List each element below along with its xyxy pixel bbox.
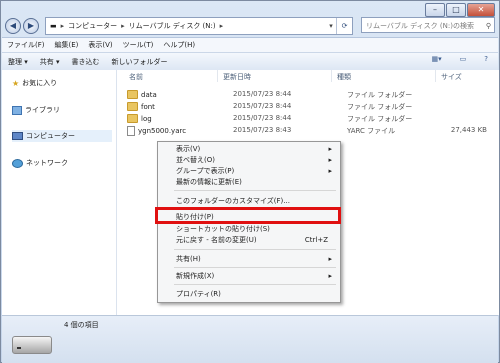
preview-pane-icon[interactable]: ▭ — [454, 55, 473, 63]
burn-button[interactable]: 書き込む — [66, 57, 106, 67]
command-bar: 整理 ▾ 共有 ▾ 書き込む 新しいフォルダー ▦▾ ▭ ? — [2, 52, 498, 71]
file-type: YARC ファイル — [347, 127, 396, 135]
paste-highlight-box — [155, 207, 341, 224]
shortcut-label: Ctrl+Z — [304, 236, 328, 244]
library-icon — [12, 105, 22, 115]
navigation-pane: ★ お気に入り ライブラリ コンピューター ネットワーク — [2, 70, 117, 315]
search-placeholder: リムーバブル ディスク (N:)の検索 — [366, 22, 474, 30]
item-count: 4 個の項目 — [64, 321, 99, 329]
close-button[interactable]: ✕ — [467, 3, 495, 17]
sidebar-item-label: ネットワーク — [26, 159, 68, 167]
sidebar-item-network[interactable]: ネットワーク — [12, 157, 112, 169]
menu-separator — [174, 267, 336, 268]
views-icon[interactable]: ▦▾ — [426, 55, 448, 63]
folder-icon — [127, 114, 138, 123]
minimize-button[interactable]: – — [425, 3, 445, 17]
search-icon: ⚲ — [485, 22, 491, 30]
file-date: 2015/07/23 8:44 — [233, 90, 292, 98]
submenu-arrow-icon: ▸ — [328, 167, 332, 175]
menu-item-undo-rename[interactable]: 元に戻す - 名前の変更(U) Ctrl+Z — [176, 235, 336, 245]
file-name: font — [141, 102, 155, 111]
breadcrumb-separator: ▸ — [121, 22, 125, 30]
menu-item-sort[interactable]: 並べ替え(O) ▸ — [176, 155, 336, 165]
sidebar-item-favorites[interactable]: ★ お気に入り — [12, 77, 112, 89]
menu-item-customize[interactable]: このフォルダーのカスタマイズ(F)... — [176, 196, 336, 206]
menu-item-view[interactable]: 表示(V) ▸ — [176, 144, 336, 154]
file-type: ファイル フォルダー — [347, 115, 413, 123]
menu-item-group[interactable]: グループで表示(P) ▸ — [176, 166, 336, 176]
menu-item-refresh[interactable]: 最新の情報に更新(E) — [176, 177, 336, 187]
sidebar-item-computer[interactable]: コンピューター — [12, 130, 112, 142]
help-icon[interactable]: ? — [478, 55, 494, 63]
submenu-arrow-icon: ▸ — [328, 255, 332, 263]
menu-file[interactable]: ファイル(F) — [2, 40, 50, 50]
drive-icon: ▬ — [50, 22, 57, 30]
address-bar[interactable]: ▬ ▸ コンピューター ▸ リムーバブル ディスク (N:) ▸ ▾ ⟳ — [45, 17, 353, 35]
search-input[interactable]: リムーバブル ディスク (N:)の検索 ⚲ — [361, 17, 495, 33]
column-divider[interactable] — [217, 70, 218, 82]
folder-icon — [127, 102, 138, 111]
column-divider[interactable] — [331, 70, 332, 82]
column-divider[interactable] — [435, 70, 436, 82]
breadcrumb-separator: ▸ — [219, 22, 224, 30]
share-button[interactable]: 共有 ▾ — [34, 57, 66, 67]
file-row-data[interactable]: data 2015/07/23 8:44 ファイル フォルダー — [127, 90, 495, 101]
column-header-size[interactable]: サイズ — [441, 72, 462, 82]
menu-separator — [174, 190, 336, 191]
menu-tools[interactable]: ツール(T) — [118, 40, 159, 50]
menu-help[interactable]: ヘルプ(H) — [158, 40, 200, 50]
forward-button[interactable]: ▶ — [23, 18, 39, 34]
submenu-arrow-icon: ▸ — [328, 272, 332, 280]
column-header-date[interactable]: 更新日時 — [223, 72, 251, 82]
menu-item-new[interactable]: 新規作成(X) ▸ — [176, 271, 336, 281]
menu-item-share[interactable]: 共有(H) ▸ — [176, 254, 336, 264]
address-dropdown-icon[interactable]: ▾ — [326, 18, 336, 34]
refresh-button[interactable]: ⟳ — [336, 18, 352, 34]
breadcrumb-removable-disk[interactable]: リムーバブル ディスク (N:) — [129, 21, 216, 31]
file-date: 2015/07/23 8:43 — [233, 126, 292, 134]
navigation-bar: ◀ ▶ ▬ ▸ コンピューター ▸ リムーバブル ディスク (N:) ▸ ▾ ⟳… — [5, 17, 495, 35]
removable-drive-icon — [12, 336, 52, 354]
sidebar-item-label: ライブラリ — [25, 106, 60, 114]
breadcrumb-separator: ▸ — [60, 22, 65, 30]
file-type: ファイル フォルダー — [347, 103, 413, 111]
folder-icon — [127, 90, 138, 99]
file-row-ygn5000[interactable]: ygn5000.yarc 2015/07/23 8:43 YARC ファイル 2… — [127, 126, 495, 137]
file-name: log — [141, 114, 152, 123]
organize-button[interactable]: 整理 ▾ — [2, 57, 34, 67]
column-header-type[interactable]: 種類 — [337, 72, 351, 82]
file-date: 2015/07/23 8:44 — [233, 114, 292, 122]
file-type: ファイル フォルダー — [347, 91, 413, 99]
window-controls: – □ ✕ — [425, 3, 495, 17]
computer-icon — [12, 132, 23, 140]
file-size: 27,443 KB — [450, 126, 487, 134]
details-pane: 4 個の項目 — [2, 315, 498, 363]
menu-item-properties[interactable]: プロパティ(R) — [176, 289, 336, 299]
menu-edit[interactable]: 編集(E) — [50, 40, 84, 50]
file-icon — [127, 126, 135, 136]
back-button[interactable]: ◀ — [5, 18, 21, 34]
sidebar-item-label: お気に入り — [22, 79, 58, 87]
menu-item-paste-shortcut[interactable]: ショートカットの貼り付け(S) — [176, 224, 336, 234]
submenu-arrow-icon: ▸ — [328, 156, 332, 164]
sidebar-item-libraries[interactable]: ライブラリ — [12, 104, 112, 116]
maximize-button[interactable]: □ — [446, 3, 466, 17]
new-folder-button[interactable]: 新しいフォルダー — [106, 57, 174, 67]
file-name: data — [141, 90, 157, 99]
network-icon — [12, 158, 23, 168]
file-row-log[interactable]: log 2015/07/23 8:44 ファイル フォルダー — [127, 114, 495, 125]
column-header-name[interactable]: 名前 — [129, 72, 143, 82]
file-name: ygn5000.yarc — [138, 127, 187, 135]
sidebar-item-label: コンピューター — [26, 132, 75, 140]
file-date: 2015/07/23 8:44 — [233, 102, 292, 110]
star-icon: ★ — [12, 78, 20, 88]
file-row-font[interactable]: font 2015/07/23 8:44 ファイル フォルダー — [127, 102, 495, 113]
submenu-arrow-icon: ▸ — [328, 145, 332, 153]
menu-separator — [174, 284, 336, 285]
menu-view[interactable]: 表示(V) — [83, 40, 117, 50]
breadcrumb-computer[interactable]: コンピューター — [68, 21, 117, 31]
menu-bar: ファイル(F) 編集(E) 表示(V) ツール(T) ヘルプ(H) — [2, 37, 498, 52]
menu-separator — [174, 249, 336, 250]
